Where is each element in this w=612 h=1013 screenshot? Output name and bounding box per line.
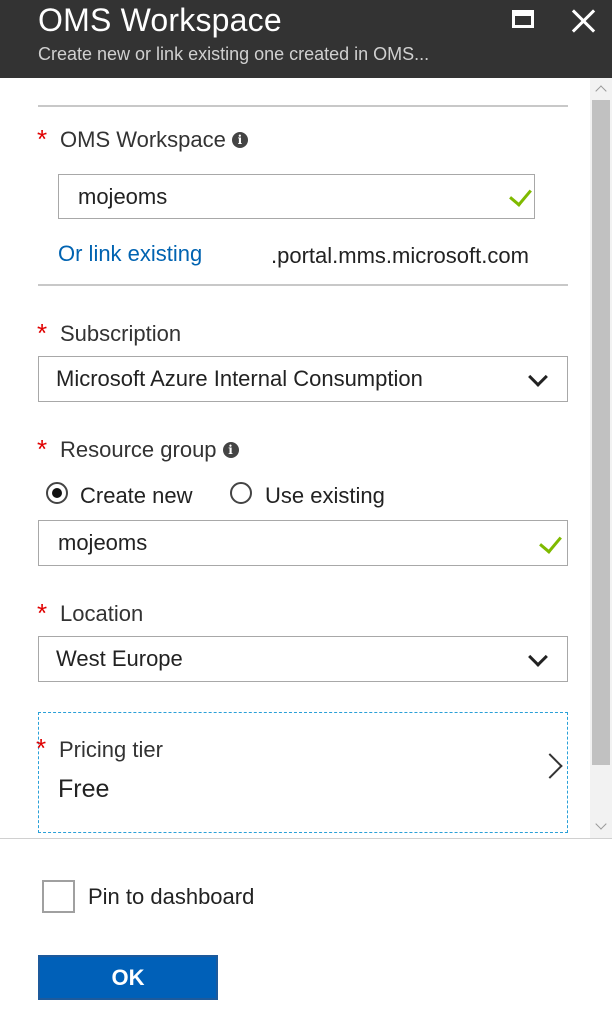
chevron-right-icon bbox=[537, 753, 563, 779]
resource-group-label: Resource group i bbox=[60, 437, 239, 463]
check-icon bbox=[539, 530, 562, 554]
pricing-tier-value: Free bbox=[58, 775, 110, 803]
scroll-down-arrow-icon[interactable] bbox=[590, 818, 612, 838]
workspace-name-value: mojeoms bbox=[78, 183, 168, 209]
chevron-down-icon bbox=[528, 367, 548, 387]
maximize-button[interactable] bbox=[510, 6, 540, 36]
required-marker: * bbox=[37, 318, 48, 348]
info-icon[interactable]: i bbox=[222, 442, 239, 458]
close-button[interactable] bbox=[568, 6, 598, 36]
required-marker: * bbox=[37, 124, 48, 154]
radio-button[interactable] bbox=[230, 482, 252, 504]
link-existing-link[interactable]: Or link existing bbox=[58, 241, 202, 267]
workspace-name-input[interactable]: mojeoms bbox=[58, 174, 535, 219]
required-marker: * bbox=[36, 733, 47, 763]
scroll-up-arrow-icon[interactable] bbox=[590, 78, 612, 98]
maximize-icon bbox=[512, 10, 534, 28]
pin-checkbox[interactable] bbox=[42, 880, 75, 913]
ok-button[interactable]: OK bbox=[38, 955, 218, 1000]
divider-workspace bbox=[38, 284, 568, 286]
subscription-label: Subscription bbox=[60, 321, 182, 346]
location-label: Location bbox=[60, 601, 144, 626]
pricing-tier-selector[interactable]: * Pricing tier Free bbox=[36, 712, 568, 833]
radio-use-existing-label[interactable]: Use existing bbox=[265, 483, 385, 509]
divider-top bbox=[38, 105, 568, 107]
radio-button-selected[interactable] bbox=[46, 482, 68, 504]
check-icon bbox=[509, 183, 532, 207]
required-marker: * bbox=[37, 434, 48, 464]
required-marker: * bbox=[37, 598, 48, 628]
blade-content: * OMS Workspace i mojeoms Or link existin… bbox=[0, 78, 612, 838]
location-value: West Europe bbox=[56, 646, 183, 671]
blade-header: OMS Workspace Create new or link existin… bbox=[0, 0, 612, 78]
radio-create-new-label[interactable]: Create new bbox=[80, 483, 193, 509]
pin-to-dashboard-label[interactable]: Pin to dashboard bbox=[88, 884, 254, 910]
subscription-dropdown[interactable]: Microsoft Azure Internal Consumption bbox=[38, 356, 568, 402]
blade-subtitle: Create new or link existing one created … bbox=[38, 44, 430, 64]
workspace-label: OMS Workspace i bbox=[60, 127, 248, 153]
blade-title: OMS Workspace bbox=[38, 2, 282, 38]
pricing-tier-label: Pricing tier bbox=[59, 737, 163, 762]
location-dropdown[interactable]: West Europe bbox=[38, 636, 568, 682]
chevron-down-icon bbox=[528, 647, 548, 667]
subscription-value: Microsoft Azure Internal Consumption bbox=[56, 366, 423, 391]
info-icon[interactable]: i bbox=[231, 132, 248, 148]
workspace-domain-suffix: .portal.mms.microsoft.com bbox=[271, 243, 529, 268]
footer-divider bbox=[0, 838, 612, 839]
scrollbar[interactable] bbox=[590, 78, 612, 838]
resource-group-value: mojeoms bbox=[58, 530, 148, 555]
scrollbar-thumb[interactable] bbox=[592, 100, 610, 765]
resource-group-input[interactable]: mojeoms bbox=[38, 520, 568, 566]
